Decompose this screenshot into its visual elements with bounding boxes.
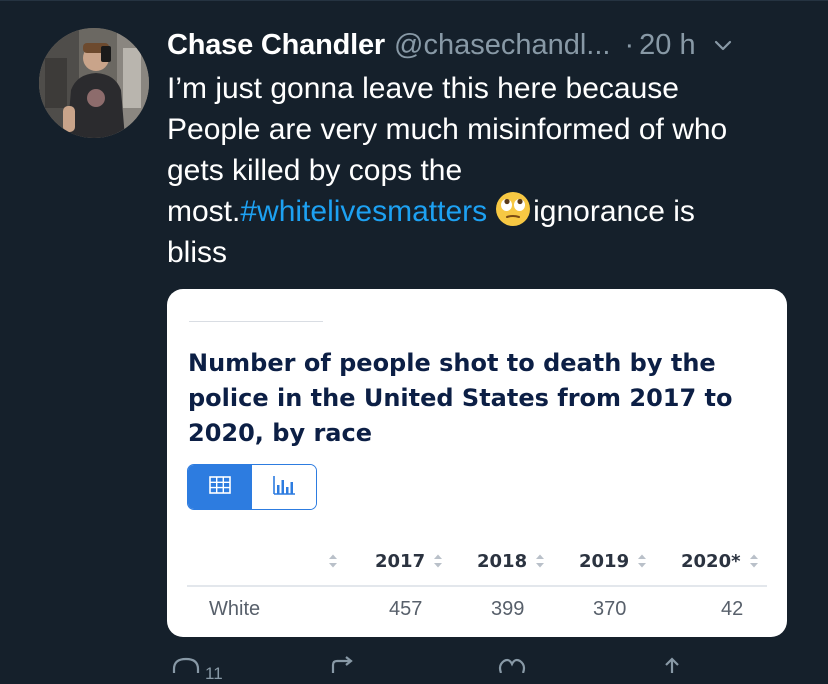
- like-icon[interactable]: [497, 655, 527, 678]
- top-divider: [0, 0, 828, 1]
- reply-count: 11: [205, 664, 223, 683]
- chart-title: Number of people shot to death by the po…: [188, 349, 733, 447]
- sort-icon: [637, 553, 647, 569]
- sort-icon: [328, 553, 338, 569]
- tweet-text-fragment: ignorance is: [533, 195, 695, 228]
- sort-icon: [749, 553, 759, 569]
- column-header-2019[interactable]: 2019: [579, 549, 647, 573]
- column-header-text: 2019: [579, 550, 630, 572]
- tweet-text-fragment: most.: [167, 195, 241, 228]
- table-cell: 399: [491, 598, 525, 620]
- tweet-header: Chase Chandler @chasechandl... · 20 h: [167, 27, 807, 63]
- view-toggle: [187, 464, 317, 510]
- statistics-card[interactable]: Number of people shot to death by the po…: [167, 289, 787, 637]
- separator-dot: ·: [624, 28, 635, 61]
- column-header-text: 2017: [375, 550, 426, 572]
- eye-roll-emoji-icon: [495, 191, 531, 227]
- reply-icon[interactable]: [170, 655, 202, 678]
- sort-icon: [433, 553, 443, 569]
- author-handle[interactable]: @chasechandl...: [394, 29, 610, 62]
- table-cell: 457: [389, 598, 423, 620]
- tweet-timestamp[interactable]: 20 h: [639, 29, 695, 62]
- chart-view-button[interactable]: [252, 465, 316, 509]
- author-name[interactable]: Chase Chandler: [167, 29, 385, 62]
- column-header-2020[interactable]: 2020*: [681, 549, 759, 573]
- sort-icon: [535, 553, 545, 569]
- tweet-text-line: bliss: [167, 236, 228, 269]
- column-header-text: 2018: [477, 550, 528, 572]
- table-view-button[interactable]: [188, 465, 252, 509]
- share-icon[interactable]: [660, 655, 684, 678]
- chevron-down-icon[interactable]: [710, 32, 736, 58]
- column-header-text: 2020*: [681, 550, 741, 572]
- table-row: White 457 399 370 42: [187, 587, 767, 635]
- bar-chart-icon: [272, 475, 296, 500]
- tweet-text-line: gets killed by cops the: [167, 154, 463, 187]
- card-divider: [189, 321, 323, 322]
- tweet-actions-bar: [0, 655, 828, 674]
- table-cell: 42: [721, 598, 744, 620]
- tweet-text: I’m just gonna leave this here because P…: [167, 68, 797, 273]
- table-header-row: 2017 2018 2019 2020*: [187, 537, 767, 587]
- data-table: 2017 2018 2019 2020* White 457 399 370 4…: [187, 537, 767, 635]
- column-header-2018[interactable]: 2018: [477, 549, 545, 573]
- column-header-2017[interactable]: 2017: [375, 549, 443, 573]
- tweet-text-line: I’m just gonna leave this here because: [167, 72, 679, 105]
- tweet-text-line: most.#whitelivesmatters ignorance is: [167, 191, 797, 232]
- tweet-text-line: People are very much misinformed of who: [167, 113, 728, 146]
- table-icon: [209, 475, 231, 499]
- hashtag-link[interactable]: #whitelivesmatters: [240, 195, 487, 228]
- retweet-icon[interactable]: [328, 655, 360, 678]
- avatar[interactable]: [39, 28, 149, 138]
- row-label: White: [209, 598, 261, 620]
- column-header-label[interactable]: [320, 549, 338, 573]
- table-cell: 370: [593, 598, 627, 620]
